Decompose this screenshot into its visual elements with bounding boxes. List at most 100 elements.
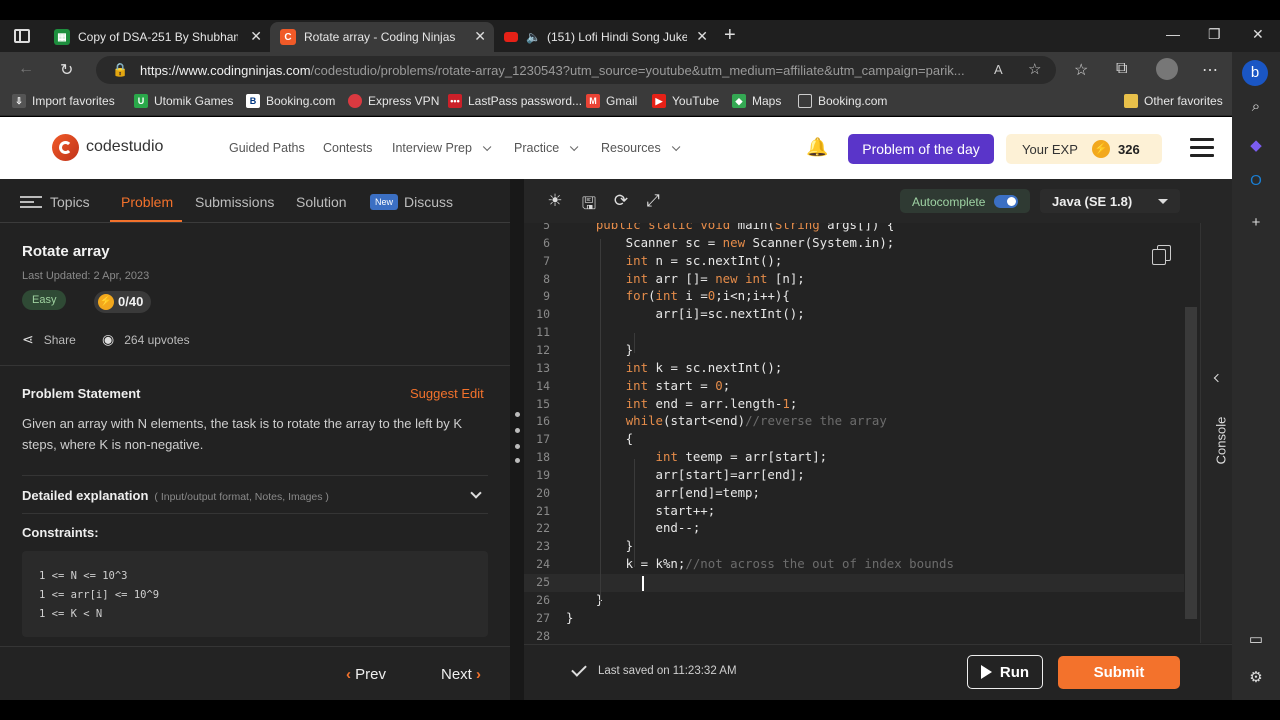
exp-badge[interactable]: Your EXP ⚡ 326 (1006, 134, 1162, 164)
code-line[interactable]: 27} (524, 610, 1184, 628)
fav-maps[interactable]: ◆ Maps (732, 94, 781, 108)
refresh-icon[interactable]: ↻ (60, 60, 73, 80)
code-line[interactable]: 17 { (524, 431, 1184, 449)
tab-actions-icon[interactable] (14, 29, 30, 43)
more-menu-icon[interactable]: ⋯ (1202, 60, 1218, 80)
theme-toggle-icon[interactable]: ☀ (545, 191, 565, 211)
code-line[interactable]: 26 } (524, 592, 1184, 610)
add-favorite-icon[interactable]: ☆ (1028, 60, 1041, 78)
problem-of-the-day-button[interactable]: Problem of the day (848, 134, 994, 164)
fav-booking-2[interactable]: Booking.com (798, 94, 887, 108)
add-sidebar-icon[interactable]: + (1246, 214, 1266, 234)
speaker-icon[interactable]: 🔈 (526, 30, 541, 44)
fav-expressvpn[interactable]: Express VPN (348, 94, 439, 108)
close-tab-icon[interactable]: ✕ (250, 28, 262, 45)
nav-contests[interactable]: Contests (323, 141, 372, 155)
editor-scrollbar[interactable] (1185, 307, 1197, 619)
tab-solution[interactable]: Solution (296, 194, 347, 210)
collections-icon[interactable]: ⧉ (1116, 60, 1127, 78)
nav-guided-paths[interactable]: Guided Paths (229, 141, 305, 155)
console-panel-toggle[interactable]: Console (1200, 223, 1232, 643)
code-line[interactable]: 9 for(int i =0;i<n;i++){ (524, 288, 1184, 306)
code-line[interactable]: 28 (524, 628, 1184, 643)
code-line[interactable]: 18 int teemp = arr[start]; (524, 449, 1184, 467)
codestudio-logo-icon[interactable] (52, 134, 79, 161)
code-line[interactable]: 12 } (524, 342, 1184, 360)
close-tab-icon[interactable]: ✕ (696, 28, 708, 45)
fav-gmail[interactable]: M Gmail (586, 94, 637, 108)
settings-icon[interactable]: ⚙ (1246, 668, 1266, 688)
indent-guide (634, 459, 635, 567)
code-line[interactable]: 25 (524, 574, 1184, 592)
nav-resources[interactable]: Resources (601, 141, 681, 155)
sidebar-layout-icon[interactable]: ▭ (1246, 630, 1266, 650)
fav-import[interactable]: ⇩ Import favorites (12, 94, 115, 108)
code-line[interactable]: 10 arr[i]=sc.nextInt(); (524, 306, 1184, 324)
code-line[interactable]: 16 while(start<end)//reverse the array (524, 413, 1184, 431)
code-line[interactable]: 11 (524, 324, 1184, 342)
notification-bell-icon[interactable]: 🔔 (806, 137, 828, 158)
chevron-down-icon[interactable] (470, 487, 482, 499)
code-editor[interactable]: 5 public static void main(String args[])… (524, 223, 1184, 643)
browser-tab-youtube[interactable]: 🔈 (151) Lofi Hindi Song Jukebo ✕ (494, 22, 716, 52)
code-line[interactable]: 20 arr[end]=temp; (524, 485, 1184, 503)
code-line[interactable]: 24 k = k%n;//not across the out of index… (524, 556, 1184, 574)
favorites-icon[interactable]: ☆ (1074, 60, 1088, 80)
close-window-button[interactable]: ✕ (1252, 26, 1264, 43)
outlook-icon[interactable]: O (1246, 172, 1266, 192)
save-icon[interactable]: 🖫 (579, 191, 599, 213)
code-line[interactable]: 13 int k = sc.nextInt(); (524, 360, 1184, 378)
hamburger-menu-icon[interactable] (1190, 138, 1214, 162)
prev-button[interactable]: Prev (346, 666, 386, 683)
code-line[interactable]: 21 start++; (524, 503, 1184, 521)
run-button[interactable]: Run (967, 655, 1043, 689)
profile-avatar[interactable] (1156, 58, 1178, 80)
tab-problem[interactable]: Problem (121, 194, 173, 210)
search-icon[interactable]: ⌕ (1246, 98, 1266, 118)
tab-discuss[interactable]: New Discuss (370, 194, 453, 210)
code-line[interactable]: 6 Scanner sc = new Scanner(System.in); (524, 235, 1184, 253)
browser-tab-sheets[interactable]: ▦ Copy of DSA-251 By Shubham - ✕ (44, 22, 270, 52)
fav-youtube[interactable]: ▶ YouTube (652, 94, 719, 108)
next-button[interactable]: Next (441, 666, 481, 683)
suggest-edit-link[interactable]: Suggest Edit (410, 386, 484, 401)
read-aloud-icon[interactable]: A (994, 62, 1003, 77)
code-line[interactable]: 22 end--; (524, 520, 1184, 538)
back-icon[interactable]: ← (18, 60, 34, 78)
fav-booking-1[interactable]: B Booking.com (246, 94, 335, 108)
tab-submissions[interactable]: Submissions (195, 194, 274, 210)
submit-button[interactable]: Submit (1058, 656, 1180, 689)
tab-topics[interactable]: Topics (20, 194, 90, 210)
toggle-switch[interactable] (994, 195, 1018, 208)
logo-text[interactable]: codestudio (86, 138, 163, 156)
copy-icon[interactable] (1152, 245, 1172, 267)
code-line[interactable]: 23 } (524, 538, 1184, 556)
code-line[interactable]: 8 int arr []= new int [n]; (524, 271, 1184, 289)
address-bar[interactable]: 🔒 https://www.codingninjas.com/codestudi… (96, 56, 1056, 84)
close-tab-icon[interactable]: ✕ (474, 28, 486, 45)
share-button[interactable]: ⋖ Share (22, 331, 76, 348)
pane-resize-handle[interactable] (510, 179, 524, 700)
autocomplete-toggle[interactable]: Autocomplete (900, 189, 1030, 213)
nav-practice[interactable]: Practice (514, 141, 579, 155)
fav-utomik[interactable]: U Utomik Games (134, 94, 233, 108)
code-line[interactable]: 19 arr[start]=arr[end]; (524, 467, 1184, 485)
code-line[interactable]: 7 int n = sc.nextInt(); (524, 253, 1184, 271)
browser-tab-rotate-array[interactable]: C Rotate array - Coding Ninjas ✕ (270, 22, 494, 52)
fav-lastpass[interactable]: ••• LastPass password... (448, 94, 582, 108)
bing-chat-icon[interactable]: b (1242, 60, 1268, 86)
code-line[interactable]: 15 int end = arr.length-1; (524, 396, 1184, 414)
code-line[interactable]: 5 public static void main(String args[])… (524, 223, 1184, 235)
minimize-button[interactable]: — (1166, 26, 1180, 42)
fullscreen-icon[interactable]: ⤢ (643, 191, 663, 211)
reset-code-icon[interactable]: ⟳ (611, 191, 631, 211)
fav-other[interactable]: Other favorites (1124, 94, 1223, 108)
language-select[interactable]: Java (SE 1.8) (1040, 189, 1180, 213)
detailed-explanation-toggle[interactable]: Detailed explanation( Input/output forma… (22, 488, 329, 503)
restore-button[interactable]: ❐ (1208, 26, 1221, 43)
nav-interview-prep[interactable]: Interview Prep (392, 141, 492, 155)
upvote-button[interactable]: ◉ 264 upvotes (102, 331, 190, 348)
code-line[interactable]: 14 int start = 0; (524, 378, 1184, 396)
new-tab-button[interactable]: + (724, 24, 736, 47)
copilot-icon[interactable]: ◆ (1246, 136, 1266, 156)
